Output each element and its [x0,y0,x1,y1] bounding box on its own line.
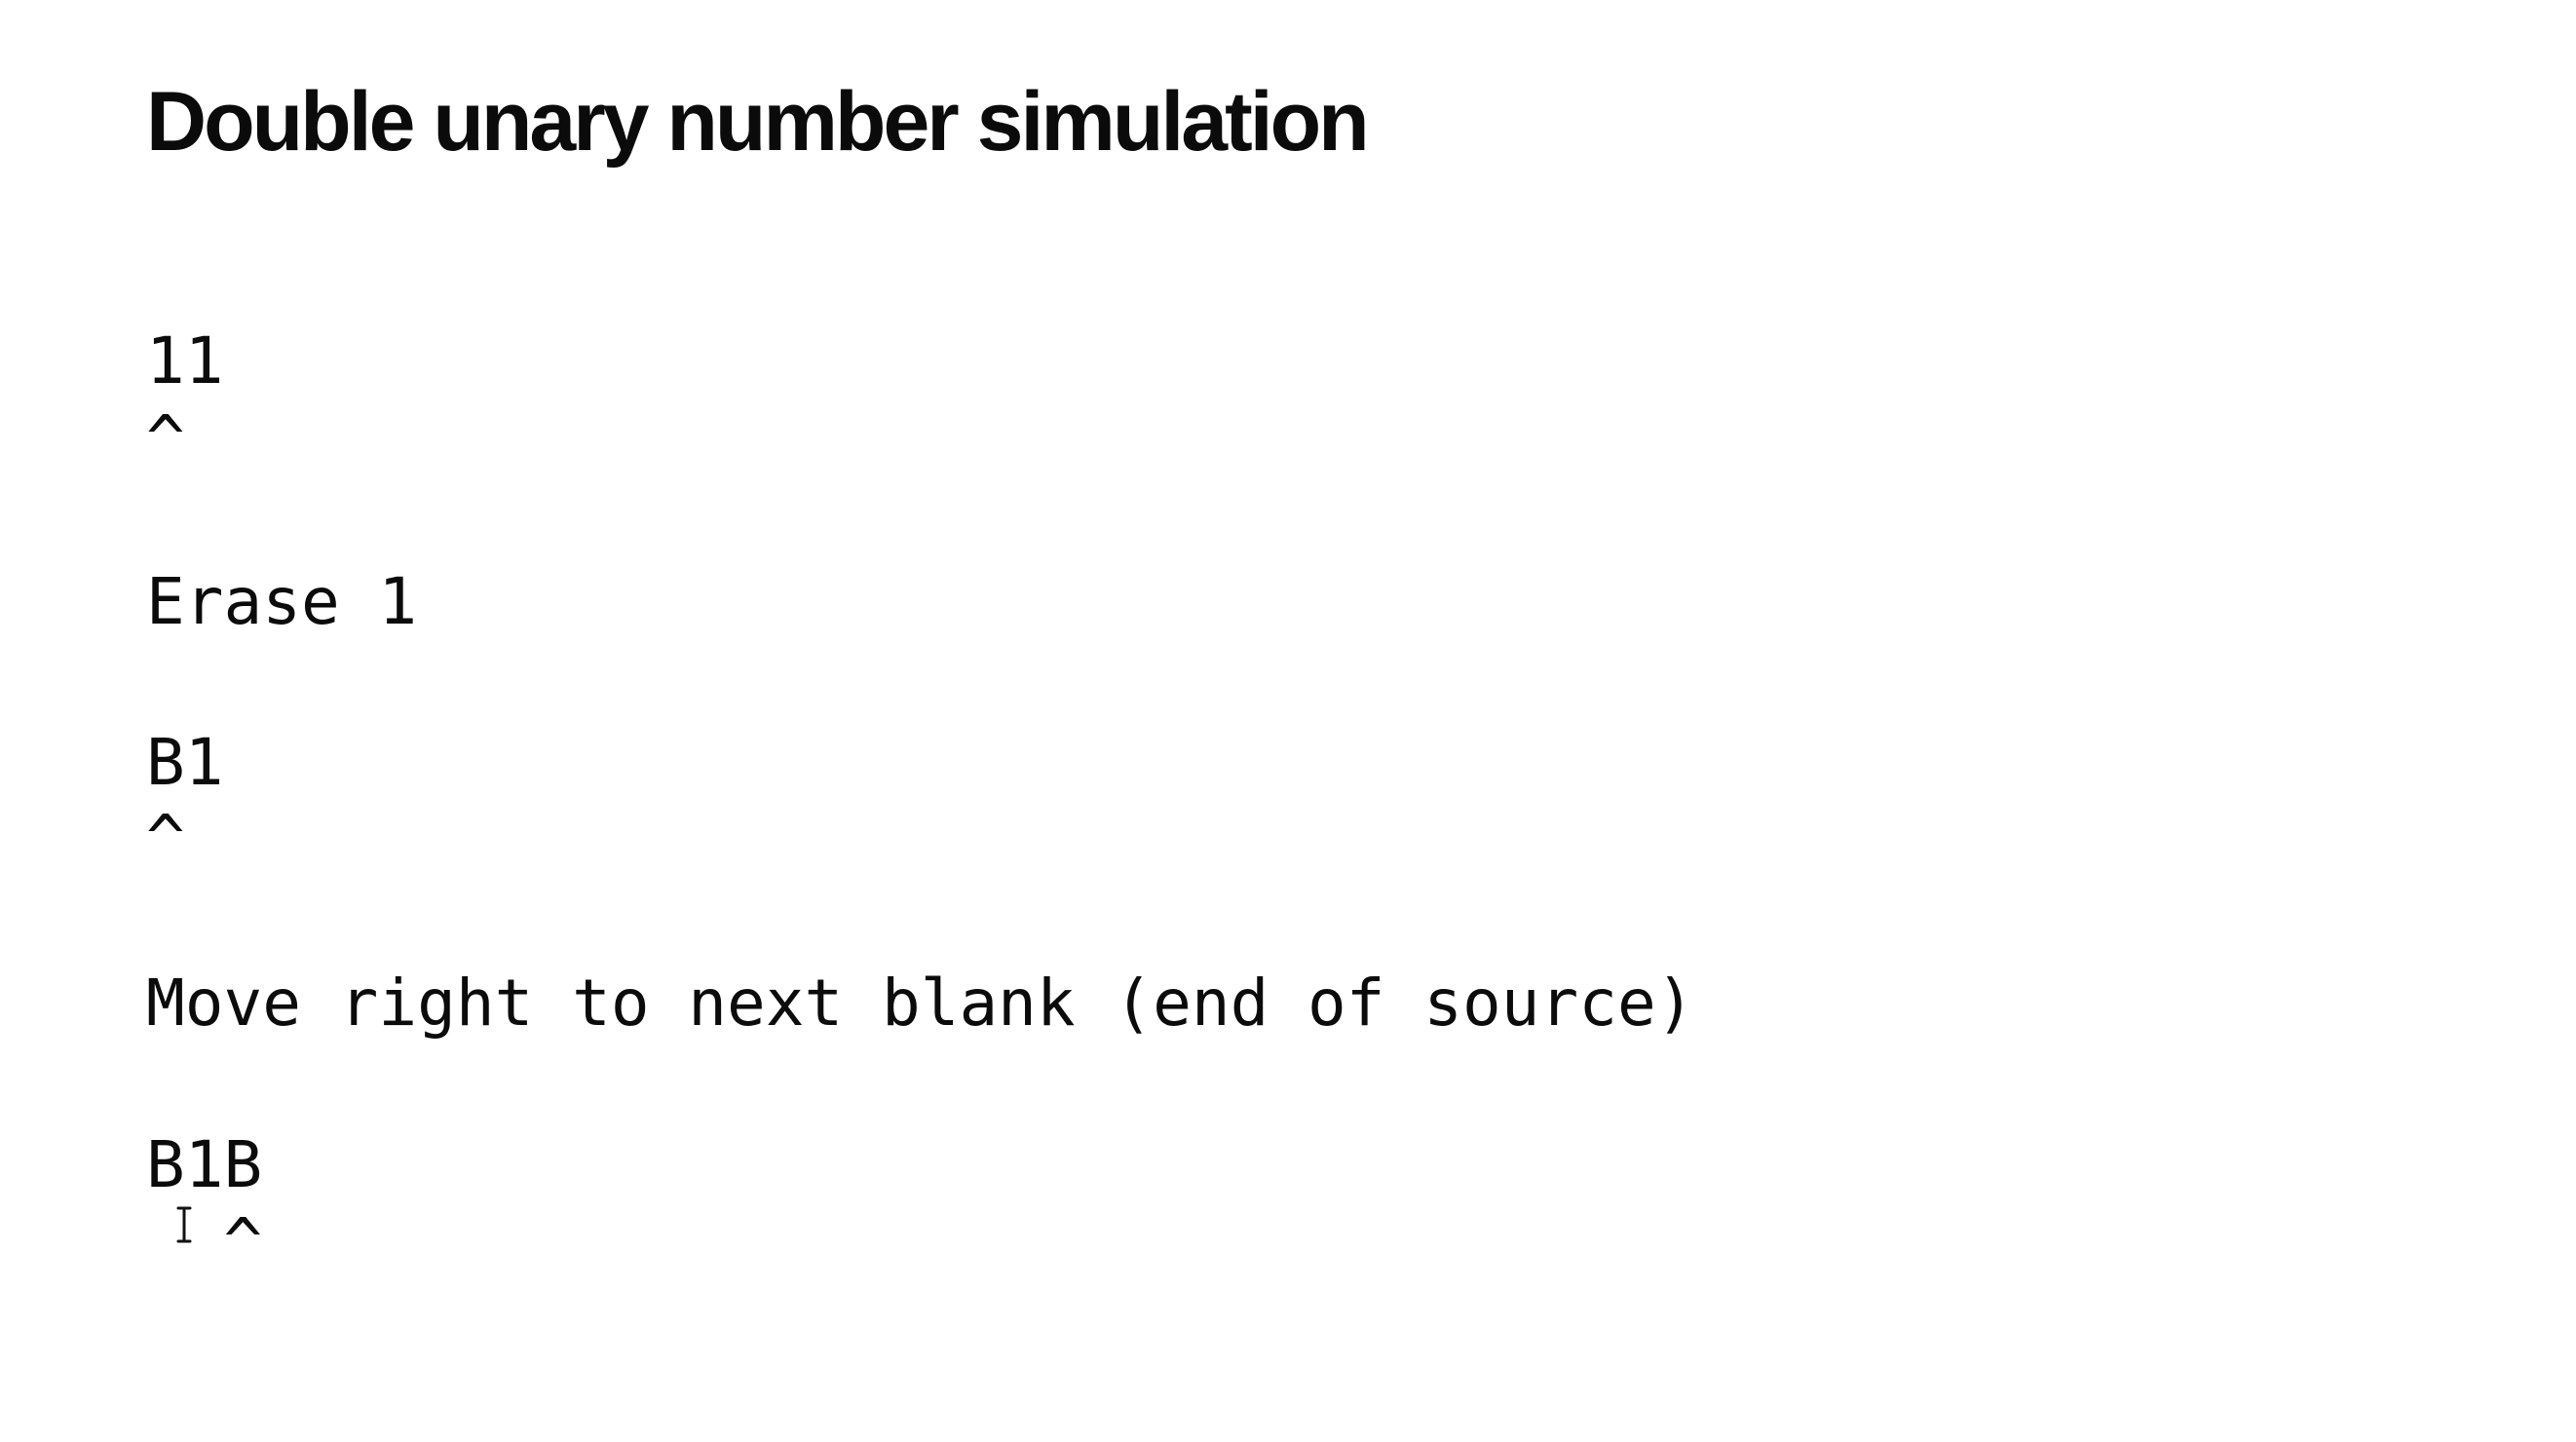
slide: Double unary number simulation 11 ^ Eras… [0,0,2576,1442]
tape-line-1: 11 [146,323,224,398]
step-move-right: Move right to next blank (end of source) [146,966,1695,1041]
step-erase: Erase 1 [146,564,418,639]
head-marker-2: ^ [146,801,185,876]
slide-title: Double unary number simulation [146,75,1370,169]
head-marker-3: ^ [146,1204,263,1279]
head-marker-1: ^ [146,401,185,476]
tape-line-3: B1B [146,1127,263,1202]
tape-line-2: B1 [146,725,224,800]
text-cursor-icon [176,1206,192,1243]
